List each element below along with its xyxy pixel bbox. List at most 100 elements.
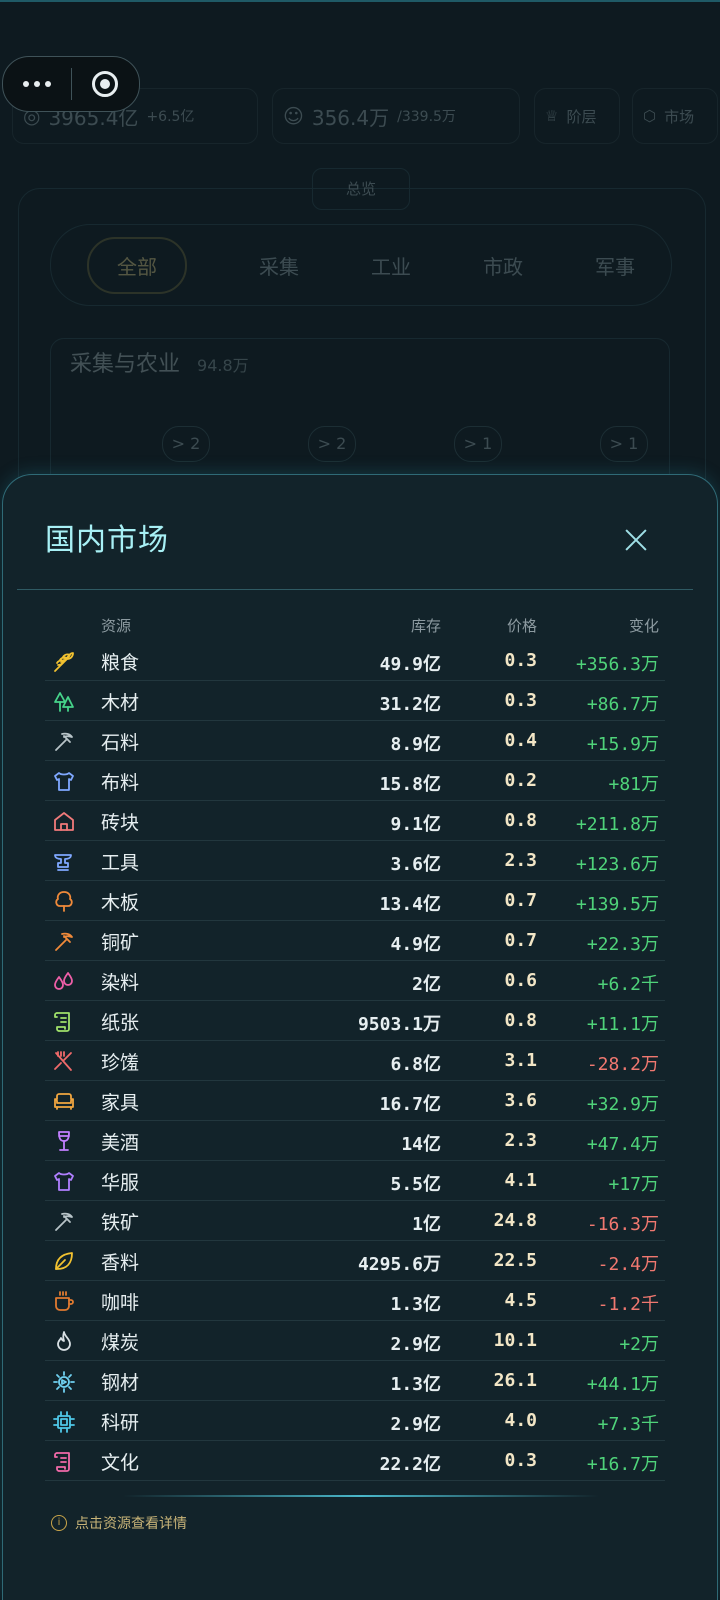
table-row[interactable]: 木材 31.2亿 0.3 +86.7万 — [3, 681, 719, 721]
resource-name: 咖啡 — [101, 1292, 140, 1314]
stock-value: 13.4亿 — [379, 894, 441, 915]
class-button[interactable]: ♕ 阶层 — [534, 88, 620, 144]
price-value: 0.8 — [504, 1010, 537, 1031]
table-row[interactable]: 家具 16.7亿 3.6 +32.9万 — [3, 1081, 719, 1121]
table-row[interactable]: 文化 22.2亿 0.3 +16.7万 — [3, 1441, 719, 1481]
table-row[interactable]: 砖块 9.1亿 0.8 +211.8万 — [3, 801, 719, 841]
table-row[interactable]: 工具 3.6亿 2.3 +123.6万 — [3, 841, 719, 881]
sheet-title: 国内市场 — [45, 523, 169, 558]
column-header-stock: 库存 — [410, 617, 441, 635]
tab-industry[interactable]: 工业 — [371, 251, 411, 280]
tab-civic[interactable]: 市政 — [483, 251, 523, 280]
price-value: 3.6 — [504, 1090, 537, 1111]
resource-name: 染料 — [101, 972, 140, 994]
anvil-icon — [51, 849, 77, 875]
table-row[interactable]: 纸张 9503.1万 0.8 +11.1万 — [3, 1001, 719, 1041]
change-value: +44.1万 — [586, 1374, 659, 1395]
resource-name: 粮食 — [101, 652, 140, 674]
class-button-label: 阶层 — [566, 107, 597, 126]
table-row[interactable]: 美酒 14亿 2.3 +47.4万 — [3, 1121, 719, 1161]
footer-hint: i 点击资源查看详情 — [51, 1513, 187, 1533]
scroll-icon — [51, 1449, 77, 1475]
change-value: +7.3千 — [597, 1414, 659, 1435]
overview-tab[interactable]: 总览 — [312, 168, 410, 210]
domestic-market-sheet: 国内市场 资源 库存 价格 变化 粮食 49.9亿 0.3 +356.3万木材 31.2… — [2, 474, 718, 1600]
tree-icon — [51, 889, 77, 915]
tab-all[interactable]: 全部 — [87, 236, 187, 294]
population-stat[interactable]: ☺ 356.4万 /339.5万 — [272, 88, 520, 144]
mini-counter[interactable]: > 1 — [600, 426, 648, 462]
stock-value: 2亿 — [412, 974, 441, 995]
stock-value: 6.8亿 — [390, 1054, 441, 1075]
agriculture-title: 采集与农业 94.8万 — [70, 346, 249, 378]
stock-value: 1.3亿 — [390, 1294, 441, 1315]
change-value: +86.7万 — [586, 694, 659, 715]
price-value: 2.3 — [504, 850, 537, 871]
footer-glow — [123, 1495, 599, 1497]
tab-military[interactable]: 军事 — [595, 251, 635, 280]
table-row[interactable]: 钢材 1.3亿 26.1 +44.1万 — [3, 1361, 719, 1401]
stock-value: 9503.1万 — [357, 1014, 441, 1035]
users-icon: ☺ — [283, 104, 304, 128]
price-value: 26.1 — [493, 1370, 537, 1391]
table-row[interactable]: 华服 5.5亿 4.1 +17万 — [3, 1161, 719, 1201]
droplets-icon — [51, 969, 77, 995]
pickaxe-icon — [51, 729, 77, 755]
change-value: -1.2千 — [597, 1294, 659, 1315]
stock-value: 31.2亿 — [379, 694, 441, 715]
mini-counter[interactable]: > 2 — [308, 426, 356, 462]
resource-name: 文化 — [101, 1452, 140, 1474]
change-value: +2万 — [619, 1334, 659, 1355]
close-miniprogram-button[interactable] — [72, 71, 140, 97]
miniprogram-capsule — [2, 56, 140, 112]
resource-name: 钢材 — [101, 1372, 140, 1394]
stock-value: 22.2亿 — [379, 1454, 441, 1475]
price-value: 0.3 — [504, 1450, 537, 1471]
change-value: +17万 — [608, 1174, 659, 1195]
price-value: 0.2 — [504, 770, 537, 791]
market-button[interactable]: ⬡ 市场 — [632, 88, 718, 144]
treasury-delta: +6.5亿 — [146, 109, 195, 125]
tab-gather[interactable]: 采集 — [259, 251, 299, 280]
table-row[interactable]: 石料 8.9亿 0.4 +15.9万 — [3, 721, 719, 761]
change-value: +32.9万 — [586, 1094, 659, 1115]
resource-name: 科研 — [101, 1412, 140, 1434]
table-row[interactable]: 煤炭 2.9亿 10.1 +2万 — [3, 1321, 719, 1361]
flame-icon — [51, 1329, 77, 1355]
stock-value: 14亿 — [401, 1134, 441, 1155]
mini-counter[interactable]: > 1 — [454, 426, 502, 462]
table-row[interactable]: 科研 2.9亿 4.0 +7.3千 — [3, 1401, 719, 1441]
column-header-price: 价格 — [506, 617, 537, 635]
table-row[interactable]: 咖啡 1.3亿 4.5 -1.2千 — [3, 1281, 719, 1321]
resource-name: 家具 — [101, 1092, 140, 1114]
population-value: 356.4万 — [311, 105, 390, 130]
price-value: 2.3 — [504, 1130, 537, 1151]
table-row[interactable]: 铁矿 1亿 24.8 -16.3万 — [3, 1201, 719, 1241]
resource-name: 珍馐 — [101, 1052, 140, 1074]
box-icon: ⬡ — [643, 107, 657, 125]
stock-value: 9.1亿 — [390, 814, 441, 835]
table-row[interactable]: 珍馐 6.8亿 3.1 -28.2万 — [3, 1041, 719, 1081]
resource-name: 石料 — [101, 732, 140, 754]
population-cap: /339.5万 — [397, 109, 456, 125]
resource-name: 纸张 — [101, 1012, 140, 1034]
stock-value: 2.9亿 — [390, 1334, 441, 1355]
stock-value: 16.7亿 — [379, 1094, 441, 1115]
table-row[interactable]: 香料 4295.6万 22.5 -2.4万 — [3, 1241, 719, 1281]
table-row[interactable]: 木板 13.4亿 0.7 +139.5万 — [3, 881, 719, 921]
stock-value: 1亿 — [412, 1214, 441, 1235]
table-row[interactable]: 铜矿 4.9亿 0.7 +22.3万 — [3, 921, 719, 961]
column-header-change: 变化 — [628, 617, 659, 635]
close-button[interactable] — [619, 523, 653, 557]
resource-name: 木材 — [101, 692, 140, 714]
table-row[interactable]: 粮食 49.9亿 0.3 +356.3万 — [3, 641, 719, 681]
price-value: 0.7 — [504, 890, 537, 911]
price-value: 10.1 — [493, 1330, 537, 1351]
more-menu-button[interactable] — [3, 81, 71, 87]
table-row[interactable]: 染料 2亿 0.6 +6.2千 — [3, 961, 719, 1001]
mini-counter[interactable]: > 2 — [162, 426, 210, 462]
change-value: +47.4万 — [586, 1134, 659, 1155]
stock-value: 5.5亿 — [390, 1174, 441, 1195]
table-row[interactable]: 布料 15.8亿 0.2 +81万 — [3, 761, 719, 801]
column-header-resource: 资源 — [101, 617, 132, 635]
